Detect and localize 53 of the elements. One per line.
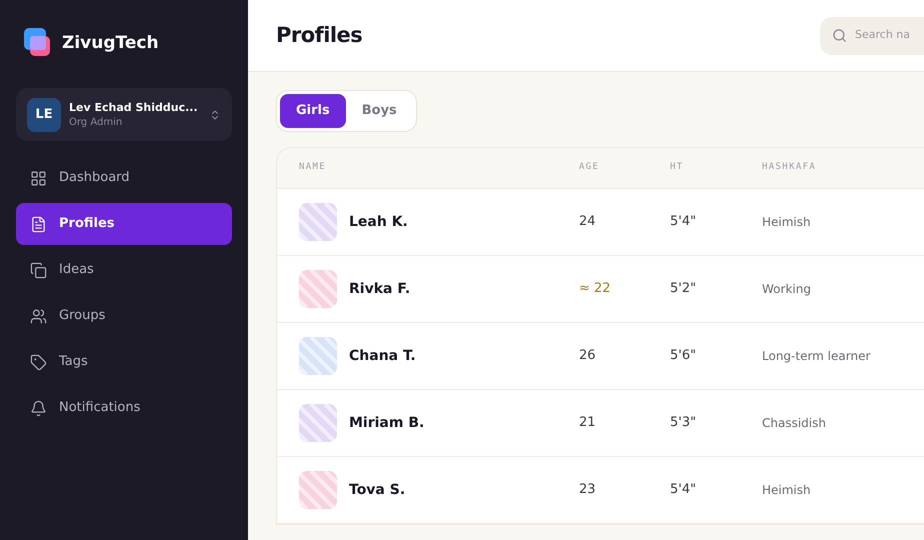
age-cell-text: 21	[579, 414, 597, 432]
height-cell-text: 5'4"	[670, 213, 698, 232]
users-icon	[30, 308, 47, 324]
search-icon	[832, 28, 847, 43]
height-cell-text: 5'6"	[670, 347, 698, 366]
hashkafa-cell-text: Working	[762, 281, 812, 298]
age-cell-text: ≈ 22	[579, 280, 612, 298]
search-field[interactable]: Search na	[820, 16, 924, 54]
profile-name: Leah K.	[349, 212, 408, 232]
tag-icon	[30, 354, 47, 370]
profile-name: Chana T.	[349, 346, 416, 366]
column-header: NAME	[298, 161, 328, 174]
age-cell-text: 26	[579, 347, 597, 366]
brand-name: ZivugTech	[62, 32, 159, 56]
hashkafa-cell-text: Heimish	[762, 482, 812, 499]
nav-item[interactable]: Ideas	[16, 249, 232, 291]
copy-icon	[30, 262, 47, 278]
nav-item[interactable]: Tags	[16, 341, 232, 383]
profile-name: Tova S.	[349, 480, 406, 500]
account-avatar: LE	[27, 98, 61, 132]
table-row[interactable]: Rivka F. ≈ 22 5'2" Working	[277, 256, 924, 323]
document-icon	[30, 216, 47, 232]
nav-item[interactable]: Notifications	[16, 387, 232, 429]
column-header: HT	[670, 161, 685, 174]
page-title: Profiles	[276, 22, 362, 49]
tab[interactable]: Girls	[280, 94, 346, 128]
table-row[interactable]: Chana T. 26 5'6" Long-term learner	[277, 323, 924, 390]
profile-name: Rivka F.	[349, 280, 410, 298]
chevron-icon	[209, 108, 221, 120]
age-cell-text: 23	[579, 481, 597, 500]
column-header: AGE	[579, 161, 600, 174]
nav-item[interactable]: Groups	[16, 295, 232, 337]
tab[interactable]: Boys	[346, 94, 413, 128]
table-row[interactable]: Miriam B. 21 5'3" Chassidish	[277, 390, 924, 457]
table-row[interactable]: Leah K. 24 5'4" Heimish	[277, 189, 924, 256]
nav-item[interactable]: Profiles	[16, 203, 232, 245]
height-cell-text: 5'3"	[670, 414, 698, 432]
account-name: Lev Echad Shidduc...	[69, 100, 198, 114]
height-cell-text: 5'4"	[670, 481, 698, 500]
height-cell-text: 5'2"	[670, 280, 698, 298]
account-role: Org Admin	[69, 116, 124, 130]
nav-item[interactable]: Dashboard	[16, 157, 232, 199]
table-row[interactable]: Tova S. 23 5'4" Heimish	[277, 457, 924, 524]
hashkafa-cell-text: Chassidish	[762, 415, 827, 432]
column-header: HASHKAFA	[762, 161, 818, 174]
bell-icon	[30, 400, 47, 416]
profile-name: Miriam B.	[349, 414, 424, 432]
hashkafa-cell-text: Heimish	[762, 214, 812, 231]
grid-icon	[30, 170, 47, 186]
age-cell-text: 24	[579, 213, 597, 232]
account-switcher[interactable]: LE Lev Echad Shidduc... Org Admin	[16, 88, 232, 141]
hashkafa-cell-text: Long-term learner	[762, 348, 872, 365]
search-input[interactable]: Search na	[855, 27, 923, 44]
